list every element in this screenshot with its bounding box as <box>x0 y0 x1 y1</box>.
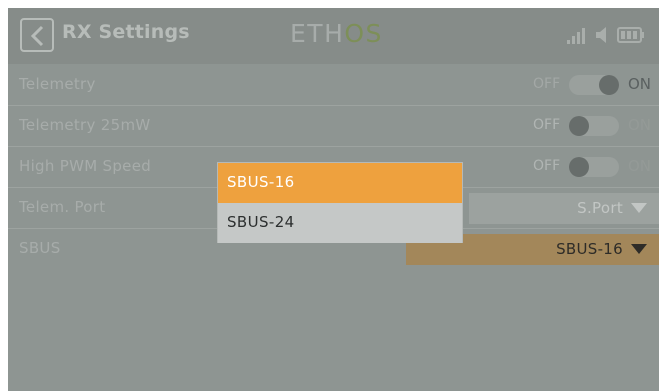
row-label: Telem. Port <box>19 198 106 216</box>
back-button[interactable] <box>20 18 54 52</box>
dropdown-arrow-icon <box>631 203 647 213</box>
toggle-on-label: ON <box>627 75 651 93</box>
high-pwm-speed-toggle[interactable]: OFF ON <box>533 156 651 178</box>
option-label: SBUS-16 <box>227 173 295 191</box>
status-icons <box>567 23 645 47</box>
row-label: Telemetry 25mW <box>19 116 151 134</box>
battery-icon <box>617 27 644 43</box>
row-telemetry-25mw: Telemetry 25mW OFF ON <box>8 106 659 147</box>
toggle-off-label: OFF <box>533 117 561 133</box>
row-label: Telemetry <box>19 75 96 93</box>
select-value: SBUS-16 <box>556 240 623 258</box>
toggle-off-label: OFF <box>533 158 561 174</box>
chevron-left-icon <box>30 25 44 47</box>
row-telemetry: Telemetry OFF ON <box>8 65 659 106</box>
sbus-dropdown-menu: SBUS-16 SBUS-24 <box>218 163 462 243</box>
row-label: SBUS <box>19 239 61 257</box>
toggle-track <box>569 75 619 95</box>
telemetry-toggle[interactable]: OFF ON <box>533 74 651 96</box>
dropdown-option-sbus-24[interactable]: SBUS-24 <box>218 203 462 243</box>
telemetry-25mw-toggle[interactable]: OFF ON <box>533 115 651 137</box>
signal-bars-icon <box>567 28 585 44</box>
header-bar: RX Settings ETHOS <box>8 8 659 64</box>
telem-port-select[interactable]: S.Port <box>469 193 659 224</box>
dropdown-option-sbus-16[interactable]: SBUS-16 <box>218 163 462 203</box>
screen: RX Settings ETHOS Telemetry OFF ON Telem… <box>8 8 659 391</box>
toggle-knob <box>599 75 619 95</box>
row-label: High PWM Speed <box>19 157 152 175</box>
dropdown-arrow-icon <box>631 244 647 254</box>
logo-accent-text: OS <box>344 19 383 48</box>
toggle-track <box>569 116 619 136</box>
toggle-on-label: ON <box>627 157 651 175</box>
ethos-logo: ETHOS <box>290 19 383 48</box>
toggle-off-label: OFF <box>533 76 561 92</box>
toggle-on-label: ON <box>627 116 651 134</box>
select-value: S.Port <box>577 199 623 217</box>
page-title: RX Settings <box>62 21 190 43</box>
speaker-icon <box>596 27 606 43</box>
logo-main-text: ETH <box>290 19 345 48</box>
toggle-track <box>569 157 619 177</box>
toggle-knob <box>569 157 589 177</box>
option-label: SBUS-24 <box>227 213 295 231</box>
toggle-knob <box>569 116 589 136</box>
